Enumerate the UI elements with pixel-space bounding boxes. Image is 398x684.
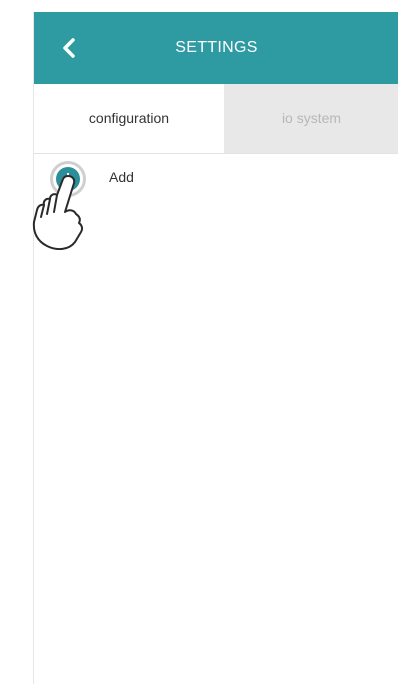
chevron-left-icon	[63, 38, 75, 58]
settings-screen: SETTINGS configuration io system Add	[33, 12, 398, 684]
add-item-button[interactable]: Add	[34, 154, 398, 200]
plus-circle-icon[interactable]	[56, 167, 80, 191]
tab-io-system[interactable]: io system	[224, 84, 398, 153]
back-button[interactable]	[56, 30, 86, 66]
app-header: SETTINGS	[34, 12, 398, 84]
add-label: Add	[109, 169, 134, 185]
tab-bar: configuration io system	[34, 84, 398, 154]
page-title: SETTINGS	[175, 39, 258, 56]
tab-configuration[interactable]: configuration	[34, 84, 224, 153]
